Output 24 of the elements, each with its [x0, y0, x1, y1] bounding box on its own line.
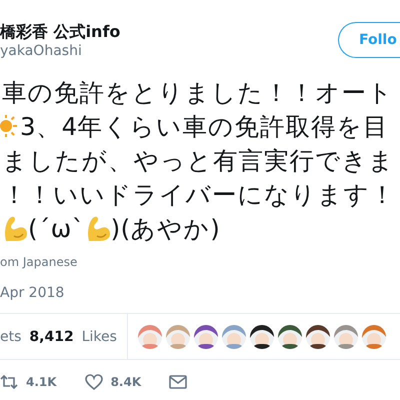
tweet-text: (´ω` — [28, 214, 85, 242]
heart-icon[interactable] — [84, 374, 103, 390]
tweet-text: 3、4年くらい車の免許取得を目 — [20, 110, 389, 142]
tweet-date: Apr 2018 — [0, 285, 66, 303]
retweet-count: 4.1K — [26, 375, 57, 389]
avatar[interactable] — [306, 324, 330, 348]
tweet-text: )(あやか) — [110, 212, 220, 244]
author-handle[interactable]: yakaOhashi — [0, 42, 120, 60]
avatar[interactable] — [250, 324, 274, 348]
avatar[interactable] — [278, 324, 302, 348]
likes-label[interactable]: Likes — [82, 328, 117, 344]
tweet-text: 車の免許をとりました！！オート — [2, 76, 394, 108]
tweet-text: ましたが、やっと有言実行できま — [2, 144, 394, 176]
mail-icon[interactable] — [169, 375, 188, 389]
likes-count[interactable]: 8,412 — [29, 328, 74, 344]
retweet-icon[interactable] — [0, 374, 18, 390]
follow-button[interactable]: Follo — [338, 22, 400, 58]
flexed-arm-icon — [2, 214, 28, 242]
retweets-label[interactable]: ets — [0, 328, 22, 344]
translate-link[interactable]: om Japanese — [0, 255, 400, 275]
like-count: 8.4K — [110, 375, 142, 389]
author-name[interactable]: 橋彩香 公式info — [0, 22, 120, 42]
tweet-text: ！！いいドライバーになります！ — [2, 178, 396, 210]
sun-icon — [0, 114, 18, 138]
